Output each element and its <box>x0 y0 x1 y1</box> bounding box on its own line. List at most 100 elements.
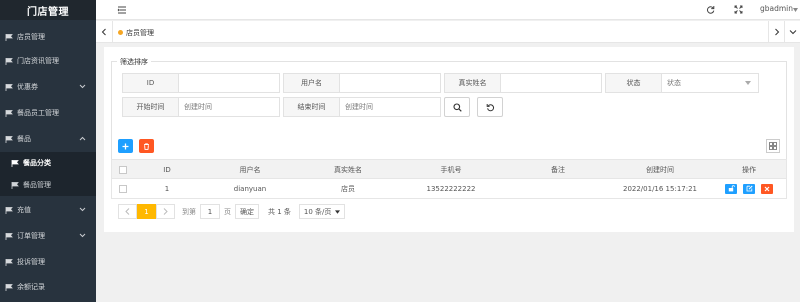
realname-field[interactable] <box>500 73 602 93</box>
sidebar-item-orders[interactable]: 订单管理 <box>0 223 96 249</box>
chevron-down-icon <box>79 84 86 89</box>
reset-icon <box>486 103 494 111</box>
columns-icon <box>769 142 777 150</box>
edit-icon <box>746 185 753 192</box>
sidebar-submenu: 餐品分类 餐品管理 <box>0 152 96 196</box>
flag-icon <box>5 232 13 240</box>
pagination: 1 到第 1 页 确定 共 1 条 10 条/页 <box>118 204 345 219</box>
batch-delete-button[interactable] <box>139 139 154 153</box>
unlock-button[interactable] <box>725 183 737 194</box>
col-realname: 真实姓名 <box>334 165 362 174</box>
search-icon <box>452 102 462 112</box>
start-time-label: 开始时间 <box>122 97 179 117</box>
sidebar-item-label: 投诉管理 <box>17 258 45 266</box>
username-field[interactable] <box>339 73 441 93</box>
sidebar-item-label: 门店资讯管理 <box>17 57 59 65</box>
sidebar-item-label: 余额记录 <box>17 283 45 291</box>
chevron-down-icon <box>79 207 86 212</box>
end-time-field[interactable] <box>339 97 441 117</box>
next-page-button[interactable] <box>156 204 175 219</box>
end-time-input[interactable] <box>345 103 440 111</box>
sidebar-item-complaints[interactable]: 投诉管理 <box>0 249 96 275</box>
chevron-left-icon <box>125 208 130 215</box>
col-phone: 手机号 <box>440 165 462 174</box>
chevron-down-icon <box>789 30 796 35</box>
col-actions: 操作 <box>742 165 756 174</box>
cell-created: 2022/01/16 15:17:21 <box>622 184 697 193</box>
goto-confirm-button[interactable]: 确定 <box>235 204 259 219</box>
select-all-checkbox[interactable] <box>119 165 127 174</box>
sidebar-item-label: 餐品 <box>17 135 31 143</box>
col-username: 用户名 <box>239 165 261 174</box>
start-time-input[interactable] <box>184 103 279 111</box>
sidebar-item-food-staff[interactable]: 餐品员工管理 <box>0 100 96 126</box>
select-all-cell <box>112 160 134 179</box>
flag-icon <box>5 283 13 291</box>
chevron-right-icon <box>163 208 168 215</box>
cell-id: 1 <box>164 184 170 193</box>
sidebar-item-balance[interactable]: 余额记录 <box>0 274 96 300</box>
unlock-icon <box>728 185 735 192</box>
tab-prev-button[interactable] <box>96 21 113 43</box>
flag-icon <box>5 83 13 91</box>
tab-menu-button[interactable] <box>784 21 800 43</box>
tab-next-button[interactable] <box>768 21 784 43</box>
flag-icon <box>5 33 13 41</box>
reset-button[interactable] <box>477 97 503 117</box>
end-time-label: 结束时间 <box>283 97 340 117</box>
id-label: ID <box>122 73 179 93</box>
sidebar-item-food[interactable]: 餐品 <box>0 126 96 152</box>
goto-page-input[interactable]: 1 <box>200 204 220 219</box>
tab-staff[interactable]: 店员管理 <box>118 26 154 39</box>
flag-icon <box>5 135 13 143</box>
search-button[interactable] <box>444 97 470 117</box>
sidebar-item-coupons[interactable]: 优惠券 <box>0 74 96 100</box>
add-button[interactable] <box>118 139 133 153</box>
app-title: 门店管理 <box>0 0 96 20</box>
fullscreen-icon[interactable] <box>734 5 743 14</box>
sidebar-item-staff[interactable]: 店员管理 <box>0 24 96 50</box>
chevron-up-icon <box>79 136 86 141</box>
start-time-field[interactable] <box>178 97 280 117</box>
menu-toggle-icon[interactable] <box>117 5 127 15</box>
plus-icon <box>122 143 129 149</box>
sidebar-item-label: 充值 <box>17 206 31 214</box>
cell-realname: 店员 <box>341 184 355 193</box>
prev-page-button[interactable] <box>118 204 137 219</box>
sidebar-item-label: 优惠券 <box>17 83 38 91</box>
sidebar-subitem-label: 餐品管理 <box>23 181 51 189</box>
flag-icon <box>5 57 13 65</box>
status-label: 状态 <box>605 73 662 93</box>
goto-label: 到第 <box>182 207 196 216</box>
edit-button[interactable] <box>743 183 755 194</box>
page-size-value: 10 条/页 <box>303 207 332 216</box>
sidebar-subitem-food-category[interactable]: 餐品分类 <box>0 152 96 174</box>
sidebar-item-recharge[interactable]: 充值 <box>0 197 96 223</box>
trash-icon <box>144 142 149 150</box>
sidebar-subitem-food-manage[interactable]: 餐品管理 <box>0 174 96 196</box>
id-field[interactable] <box>178 73 280 93</box>
sidebar-item-store-news[interactable]: 门店资讯管理 <box>0 48 96 74</box>
column-filter-button[interactable] <box>766 139 780 153</box>
status-select[interactable]: 状态 <box>661 73 759 93</box>
id-input[interactable] <box>184 79 279 87</box>
username-input[interactable] <box>345 79 440 87</box>
realname-input[interactable] <box>506 79 601 87</box>
realname-label: 真实姓名 <box>444 73 501 93</box>
flag-icon <box>11 181 19 189</box>
page-size-select[interactable]: 10 条/页 <box>298 204 345 219</box>
refresh-icon[interactable] <box>706 5 715 14</box>
chevron-down-icon <box>79 233 86 238</box>
delete-button[interactable] <box>761 183 773 194</box>
username[interactable]: gbadmin <box>760 4 793 13</box>
tab-label: 店员管理 <box>126 28 154 37</box>
caret-down-icon <box>334 210 340 214</box>
col-remark: 备注 <box>551 165 565 174</box>
cell-remark <box>506 179 610 198</box>
row-checkbox[interactable] <box>119 184 127 193</box>
current-page[interactable]: 1 <box>137 204 156 219</box>
caret-down-icon[interactable] <box>793 8 798 12</box>
username-label: 用户名 <box>283 73 340 93</box>
content-panel: 筛选排序 ID 用户名 真实姓名 状态 状态 开始时间 结束时间 <box>104 47 794 232</box>
sidebar-item-label: 店员管理 <box>17 33 45 41</box>
